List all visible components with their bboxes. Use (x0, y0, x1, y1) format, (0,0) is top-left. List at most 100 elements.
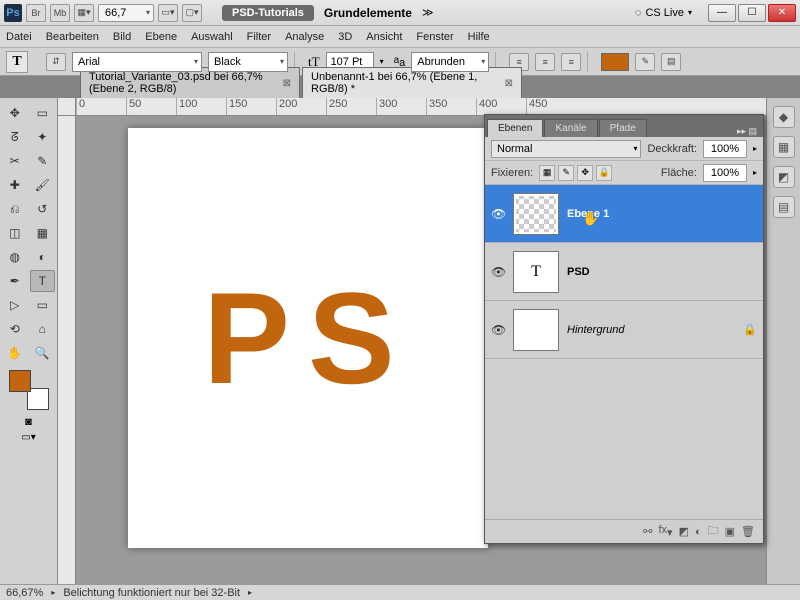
hand-tool[interactable]: ✋ (2, 342, 28, 364)
antialias-select[interactable]: Abrunden (411, 52, 489, 72)
move-tool[interactable]: ✥ (2, 102, 28, 124)
ruler-origin[interactable] (58, 98, 76, 116)
visibility-icon[interactable]: 👁 (491, 265, 505, 279)
foreground-color-swatch[interactable] (9, 370, 31, 392)
layer-thumbnail[interactable]: T (513, 251, 559, 293)
pen-tool[interactable]: ✒ (2, 270, 28, 292)
link-layers-button[interactable]: ⚯ (643, 525, 652, 538)
tab-pfade[interactable]: Pfade (599, 119, 647, 137)
blend-mode-select[interactable]: Normal (491, 140, 641, 158)
opacity-flyout[interactable]: ▸ (753, 144, 757, 153)
adjustment-layer-button[interactable]: ◐ (695, 526, 702, 538)
quickmask-button[interactable]: ◙ (2, 416, 55, 428)
layers-panel-icon[interactable]: ▤ (773, 196, 795, 218)
status-flyout[interactable]: ▸ (51, 588, 55, 597)
warp-text-button[interactable]: ✎ (635, 53, 655, 71)
dodge-tool[interactable]: ◐ (30, 246, 56, 268)
menu-datei[interactable]: Datei (6, 31, 32, 43)
lock-transparency-button[interactable]: ▦ (539, 165, 555, 181)
panel-collapse-icon[interactable]: ▸▸ ▤ (731, 126, 763, 137)
layer-name[interactable]: Ebene 1 (567, 208, 609, 220)
character-panel-button[interactable]: ▤ (661, 53, 681, 71)
layer-row[interactable]: 👁 Ebene 1 (485, 185, 763, 243)
visibility-icon[interactable]: 👁 (491, 323, 505, 337)
menu-hilfe[interactable]: Hilfe (468, 31, 490, 43)
font-size-stepper[interactable]: ▾ (380, 57, 384, 66)
arrange-button[interactable]: ▭▾ (158, 4, 178, 22)
eraser-tool[interactable]: ◫ (2, 222, 28, 244)
healing-tool[interactable]: ✚ (2, 174, 28, 196)
delete-layer-button[interactable]: 🗑 (741, 525, 755, 538)
layer-row[interactable]: 👁 Hintergrund 🔒 (485, 301, 763, 359)
align-center-button[interactable]: ≡ (535, 53, 555, 71)
minimize-button[interactable]: — (708, 4, 736, 22)
shape-tool[interactable]: ▭ (30, 294, 56, 316)
opacity-input[interactable]: 100% (703, 140, 747, 158)
zoom-readout[interactable]: 66,67% (6, 587, 43, 599)
lock-position-button[interactable]: ✥ (577, 165, 593, 181)
type-tool[interactable]: T (30, 270, 56, 292)
ruler-vertical[interactable] (58, 116, 76, 584)
layer-name[interactable]: PSD (567, 266, 590, 278)
layer-thumbnail[interactable] (513, 309, 559, 351)
visibility-icon[interactable]: 👁 (491, 207, 505, 221)
adjustments-panel-icon[interactable]: ◩ (773, 166, 795, 188)
crop-tool[interactable]: ✂ (2, 150, 28, 172)
swatches-panel-icon[interactable]: ▦ (773, 136, 795, 158)
menu-analyse[interactable]: Analyse (285, 31, 324, 43)
zoom-dropdown[interactable]: 66,7 (98, 4, 154, 22)
menu-bearbeiten[interactable]: Bearbeiten (46, 31, 99, 43)
document-canvas[interactable]: PS (128, 128, 488, 548)
more-icon[interactable]: ≫ (422, 6, 434, 19)
close-button[interactable]: ✕ (768, 4, 796, 22)
color-picker[interactable] (9, 370, 49, 410)
secondary-workspace[interactable]: Grundelemente (324, 6, 412, 20)
cslive-button[interactable]: ◌ CS Live▾ (635, 7, 692, 19)
view-extras-button[interactable]: ▦▾ (74, 4, 94, 22)
workspace-switcher[interactable]: PSD-Tutorials (222, 5, 314, 21)
menu-ansicht[interactable]: Ansicht (366, 31, 402, 43)
font-style-select[interactable]: Black (208, 52, 288, 72)
bridge-button[interactable]: Br (26, 4, 46, 22)
blur-tool[interactable]: ◍ (2, 246, 28, 268)
history-brush-tool[interactable]: ↺ (30, 198, 56, 220)
marquee-tool[interactable]: ▭ (30, 102, 56, 124)
close-icon[interactable]: ⊠ (505, 78, 513, 89)
lock-pixels-button[interactable]: ✎ (558, 165, 574, 181)
layer-style-button[interactable]: fx▾ (658, 524, 672, 539)
screenmode-toggle[interactable]: ▭▾ (2, 432, 55, 443)
document-tab-0[interactable]: Tutorial_Variante_03.psd bei 66,7% (Eben… (80, 67, 300, 98)
menu-bild[interactable]: Bild (113, 31, 131, 43)
minibridge-button[interactable]: Mb (50, 4, 70, 22)
3d-camera-tool[interactable]: ⌂ (30, 318, 56, 340)
layer-row[interactable]: 👁 T PSD (485, 243, 763, 301)
tab-kanaele[interactable]: Kanäle (544, 119, 597, 137)
tool-preset-type[interactable]: T (6, 51, 28, 73)
menu-fenster[interactable]: Fenster (416, 31, 453, 43)
menu-auswahl[interactable]: Auswahl (191, 31, 233, 43)
layer-mask-button[interactable]: ◩ (679, 525, 689, 538)
fill-flyout[interactable]: ▸ (753, 168, 757, 177)
menu-3d[interactable]: 3D (338, 31, 352, 43)
status-more[interactable]: ▸ (248, 588, 252, 597)
brush-tool[interactable]: 🖌 (30, 174, 56, 196)
maximize-button[interactable]: ☐ (738, 4, 766, 22)
fill-input[interactable]: 100% (703, 164, 747, 182)
close-icon[interactable]: ⊠ (283, 78, 291, 89)
wand-tool[interactable]: ✦ (30, 126, 56, 148)
document-tab-1[interactable]: Unbenannt-1 bei 66,7% (Ebene 1, RGB/8) *… (302, 67, 522, 98)
gradient-tool[interactable]: ▦ (30, 222, 56, 244)
lock-all-button[interactable]: 🔒 (596, 165, 612, 181)
layer-name[interactable]: Hintergrund (567, 324, 624, 336)
path-select-tool[interactable]: ▷ (2, 294, 28, 316)
layer-group-button[interactable]: 🗀 (708, 522, 719, 541)
tab-ebenen[interactable]: Ebenen (487, 119, 543, 137)
layer-thumbnail[interactable] (513, 193, 559, 235)
zoom-tool[interactable]: 🔍 (30, 342, 56, 364)
text-color-swatch[interactable] (601, 53, 629, 71)
menu-filter[interactable]: Filter (247, 31, 271, 43)
text-orientation-button[interactable]: ⇵ (46, 53, 66, 71)
screenmode-button[interactable]: ▢▾ (182, 4, 202, 22)
3d-tool[interactable]: ⟲ (2, 318, 28, 340)
font-family-select[interactable]: Arial (72, 52, 202, 72)
